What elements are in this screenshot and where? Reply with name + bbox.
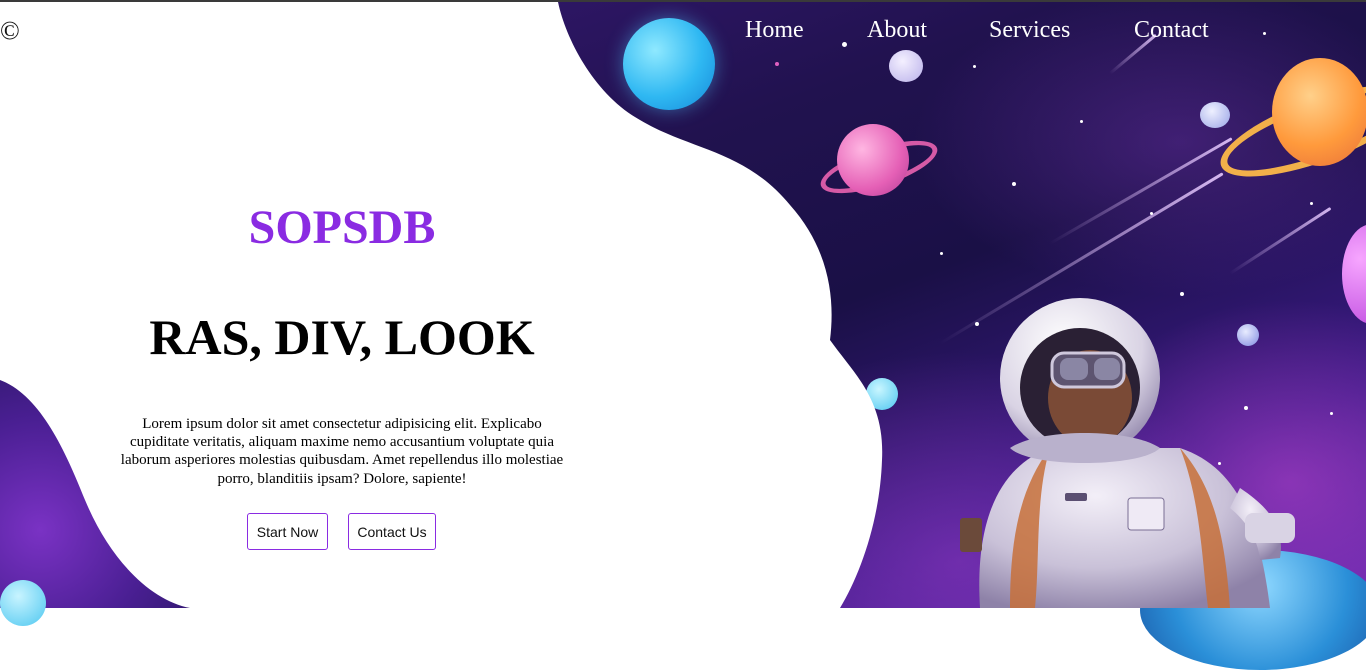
hero-description: Lorem ipsum dolor sit amet consectetur a… [120, 416, 564, 487]
nav-about-link[interactable]: About [867, 17, 927, 44]
nav-services-link[interactable]: Services [989, 17, 1070, 44]
brand-title: SOPSDB [248, 201, 436, 254]
hero-headline: RAS, DIV, LOOK [149, 309, 535, 365]
start-now-button[interactable]: Start Now [247, 513, 328, 550]
copyright-icon[interactable]: © [0, 16, 20, 46]
nav-contact-link[interactable]: Contact [1134, 17, 1209, 44]
astronaut-illustration [960, 298, 1295, 608]
nav-home-link[interactable]: Home [745, 17, 804, 44]
contact-us-button[interactable]: Contact Us [348, 513, 436, 550]
